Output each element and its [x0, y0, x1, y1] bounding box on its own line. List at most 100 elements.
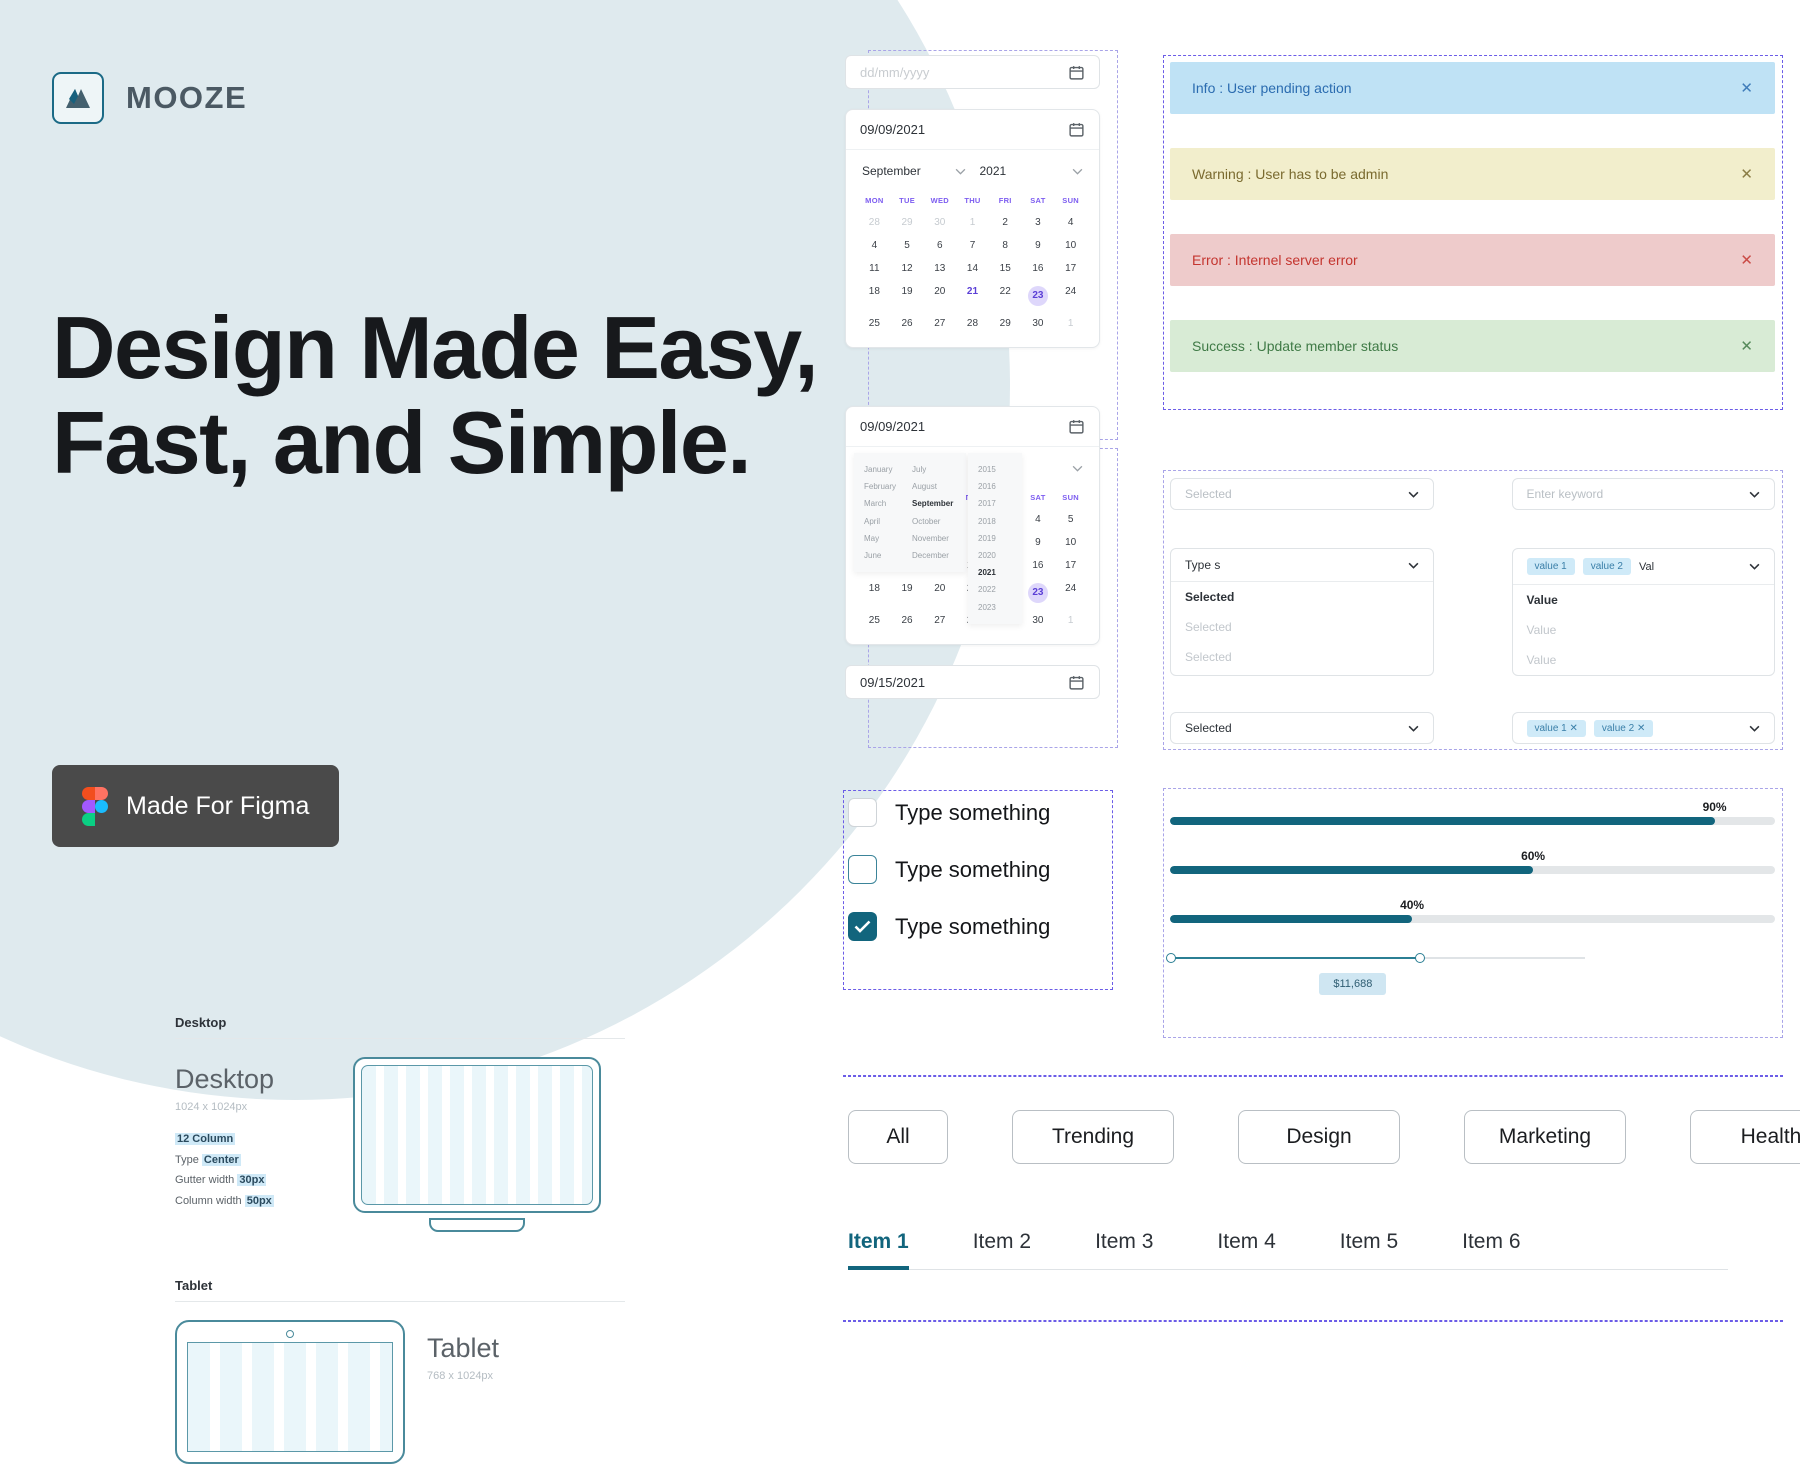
calendar-day[interactable]: 1 [1054, 312, 1087, 335]
year-dropdown-menu[interactable]: 2015 2016 2017 2018 2019 2020 2021 2022 … [968, 453, 1022, 624]
calendar-day[interactable]: 20 [923, 280, 956, 312]
calendar-day[interactable]: 4 [858, 234, 891, 257]
calendar-day[interactable]: 5 [891, 234, 924, 257]
select-collapsed[interactable]: Selected [1170, 478, 1434, 510]
tab-item-5[interactable]: Item 5 [1340, 1230, 1398, 1270]
year-option[interactable]: 2022 [978, 581, 1012, 598]
calendar-day[interactable]: 24 [1054, 280, 1087, 312]
calendar-day[interactable]: 29 [989, 312, 1022, 335]
calendar-day[interactable]: 9 [1022, 531, 1055, 554]
tag-chip[interactable]: value 1 [1526, 558, 1575, 575]
calendar-day[interactable]: 17 [1054, 257, 1087, 280]
month-option[interactable]: November [912, 530, 953, 547]
calendar-day[interactable]: 18 [858, 280, 891, 312]
year-option-selected[interactable]: 2021 [978, 564, 1012, 581]
calendar-day[interactable]: 3 [1022, 211, 1055, 234]
calendar-day[interactable]: 16 [1022, 554, 1055, 577]
filter-chip-all[interactable]: All [848, 1110, 948, 1164]
month-option[interactable]: December [912, 547, 953, 564]
calendar-day[interactable]: 5 [1054, 508, 1087, 531]
calendar-day[interactable]: 2 [989, 211, 1022, 234]
calendar-icon[interactable] [1068, 121, 1085, 138]
tab-item-2[interactable]: Item 2 [973, 1230, 1031, 1270]
calendar-day[interactable]: 6 [923, 234, 956, 257]
calendar-day[interactable]: 17 [1054, 554, 1087, 577]
month-option[interactable]: March [864, 495, 896, 512]
month-option[interactable]: June [864, 547, 896, 564]
calendar-day[interactable]: 25 [858, 609, 891, 632]
range-slider[interactable]: $11,688 [1166, 953, 1585, 995]
month-select[interactable]: September [860, 160, 968, 182]
calendar-day[interactable]: 30 [923, 211, 956, 234]
year-option[interactable]: 2015 [978, 461, 1012, 478]
datepicker-header[interactable]: 09/09/2021 [846, 110, 1099, 150]
slider-track[interactable] [1170, 957, 1585, 959]
calendar-icon[interactable] [1068, 64, 1085, 81]
calendar-day[interactable]: 7 [956, 234, 989, 257]
calendar-day[interactable]: 26 [891, 312, 924, 335]
calendar-day[interactable]: 15 [989, 257, 1022, 280]
select-option[interactable]: Selected [1171, 612, 1433, 642]
month-option-selected[interactable]: September [912, 495, 953, 512]
select-option[interactable]: Selected [1171, 582, 1433, 612]
select-open-typeahead[interactable]: Type s Selected Selected Selected [1170, 548, 1434, 676]
month-option[interactable]: July [912, 461, 953, 478]
close-icon[interactable]: ✕ [1740, 165, 1753, 183]
calendar-day[interactable]: 13 [923, 257, 956, 280]
calendar-day-selected[interactable]: 23 [1027, 583, 1048, 603]
close-icon[interactable]: ✕ [1637, 723, 1645, 734]
select-option[interactable]: Value [1513, 645, 1775, 675]
calendar-day[interactable]: 19 [891, 577, 924, 609]
calendar-day[interactable]: 14 [956, 257, 989, 280]
filter-chip-trending[interactable]: Trending [1012, 1110, 1174, 1164]
calendar-day[interactable]: 28 [956, 312, 989, 335]
month-option[interactable]: April [864, 513, 896, 530]
tag-chip[interactable]: value 1 ✕ [1526, 719, 1586, 737]
select-option[interactable]: Value [1513, 615, 1775, 645]
calendar-day[interactable]: 29 [891, 211, 924, 234]
calendar-day[interactable]: 21 [956, 280, 989, 312]
calendar-day[interactable]: 18 [858, 577, 891, 609]
checkbox-row[interactable]: Type something [848, 798, 1116, 827]
calendar-day[interactable]: 28 [858, 211, 891, 234]
keyword-select[interactable]: Enter keyword [1511, 478, 1775, 510]
filter-chip-design[interactable]: Design [1238, 1110, 1400, 1164]
calendar-day[interactable]: 26 [891, 609, 924, 632]
calendar-day[interactable]: 4 [1054, 211, 1087, 234]
tab-item-1[interactable]: Item 1 [848, 1230, 909, 1270]
filter-chip-marketing[interactable]: Marketing [1464, 1110, 1626, 1164]
calendar-day[interactable]: 8 [989, 234, 1022, 257]
calendar-day[interactable]: 12 [891, 257, 924, 280]
slider-knob-start[interactable] [1166, 953, 1176, 963]
calendar-day[interactable]: 30 [1022, 609, 1055, 632]
calendar-day[interactable]: 20 [923, 577, 956, 609]
tag-chip[interactable]: value 2 ✕ [1593, 719, 1654, 737]
calendar-day[interactable]: 11 [858, 257, 891, 280]
month-option[interactable]: February [864, 478, 896, 495]
select-option[interactable]: Value [1513, 585, 1775, 615]
month-option[interactable]: May [864, 530, 896, 547]
month-option[interactable]: August [912, 478, 953, 495]
close-icon[interactable]: ✕ [1740, 251, 1753, 269]
checkbox-row[interactable]: Type something [848, 912, 1116, 941]
year-option[interactable]: 2020 [978, 547, 1012, 564]
calendar-day[interactable]: 22 [989, 280, 1022, 312]
calendar-day[interactable]: 27 [923, 312, 956, 335]
year-option[interactable]: 2019 [978, 530, 1012, 547]
year-option[interactable]: 2018 [978, 513, 1012, 530]
month-dropdown-menu[interactable]: January February March April May June Ju… [854, 453, 966, 573]
checkbox-unchecked-icon[interactable] [848, 798, 877, 827]
calendar-day[interactable]: 16 [1022, 257, 1055, 280]
tab-item-3[interactable]: Item 3 [1095, 1230, 1153, 1270]
checkbox-checked-icon[interactable] [848, 912, 877, 941]
calendar-day[interactable]: 10 [1054, 531, 1087, 554]
calendar-day[interactable]: 9 [1022, 234, 1055, 257]
calendar-day[interactable]: 1 [1054, 609, 1087, 632]
datepicker-header[interactable]: 09/09/2021 [846, 407, 1099, 447]
calendar-day[interactable]: 25 [858, 312, 891, 335]
calendar-day[interactable]: 10 [1054, 234, 1087, 257]
calendar-day[interactable]: 19 [891, 280, 924, 312]
calendar-icon[interactable] [1068, 418, 1085, 435]
calendar-day[interactable]: 4 [1022, 508, 1055, 531]
multiselect-with-tags[interactable]: value 1 ✕ value 2 ✕ [1511, 712, 1775, 744]
